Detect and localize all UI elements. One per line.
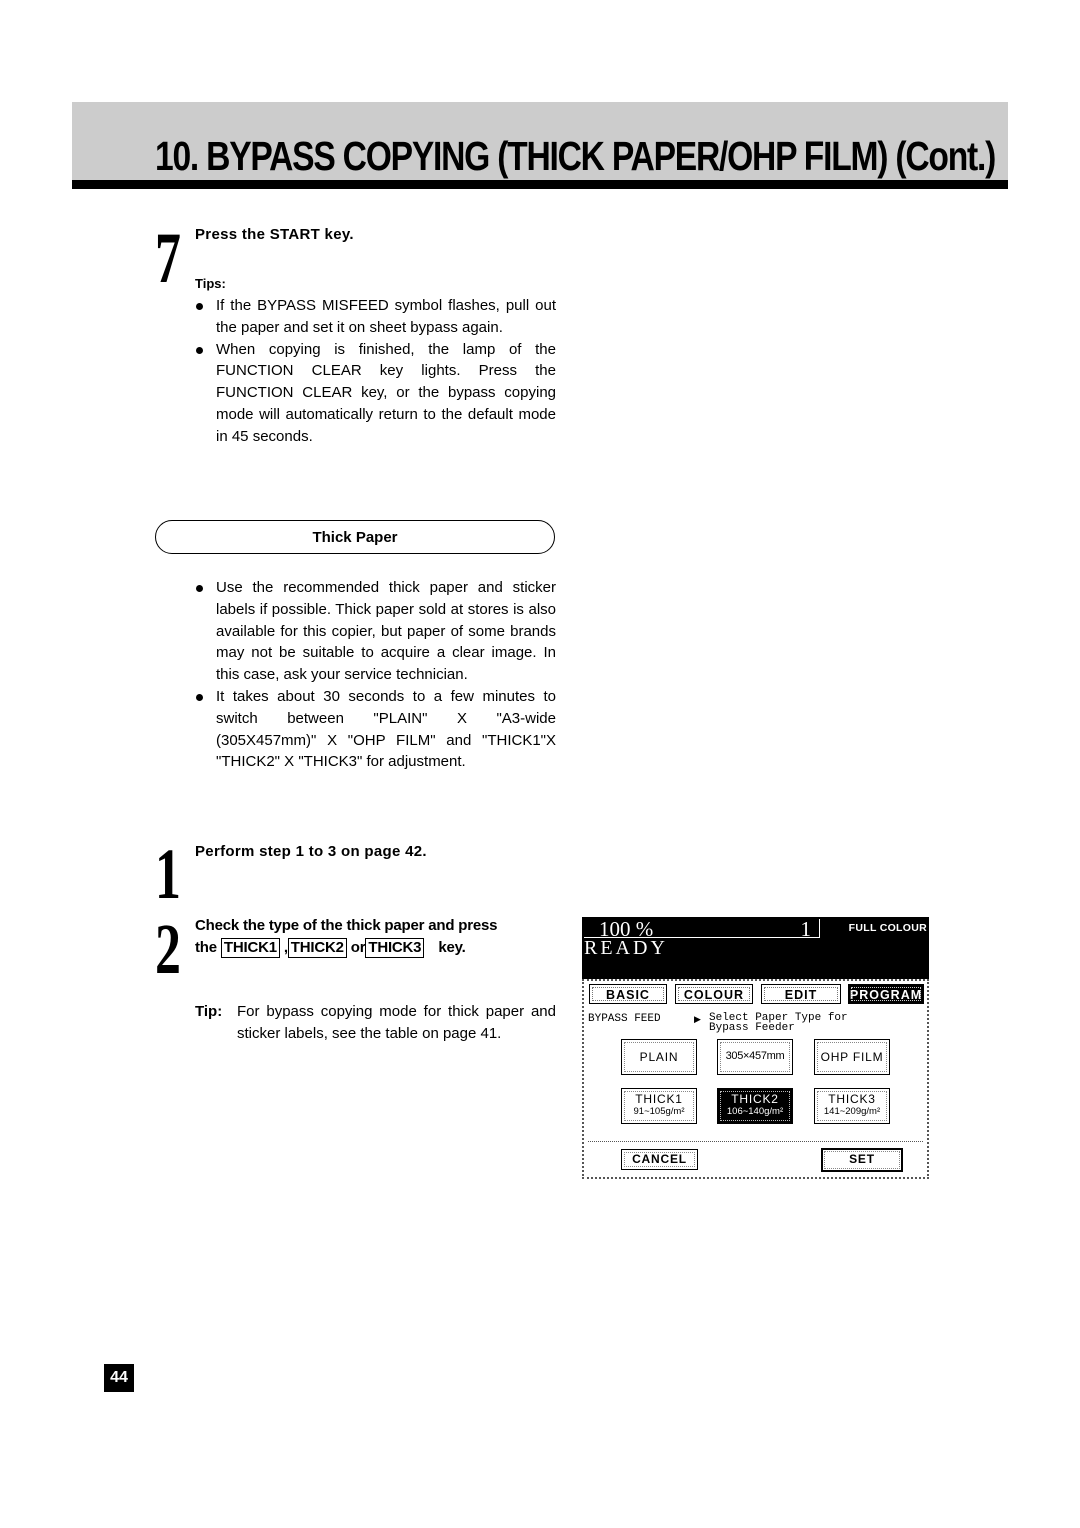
note-item: Use the recommended thick paper and stic… [195, 577, 556, 686]
tip-item: If the BYPASS MISFEED symbol flashes, pu… [195, 295, 556, 339]
step-2-tip: Tip: For bypass copying mode for thick p… [195, 1003, 556, 1042]
header-rule [72, 180, 1008, 189]
bullet-icon [196, 303, 203, 310]
divider [588, 1141, 923, 1142]
tip-item: When copying is finished, the lamp of th… [195, 339, 556, 448]
step-number-7: 7 [155, 218, 181, 298]
instruction-message: Select Paper Type for Bypass Feeder [709, 1012, 848, 1034]
page-title: 10. BYPASS COPYING (THICK PAPER/OHP FILM… [155, 133, 996, 179]
a3-wide-button[interactable]: 305×457mm [717, 1039, 793, 1075]
plain-button[interactable]: PLAIN [621, 1039, 697, 1075]
tips-label: Tips: [195, 276, 226, 291]
set-button[interactable]: SET [821, 1148, 903, 1172]
copier-touch-screen: 100 % 1 FULL COLOUR READY BASIC COLOUR E… [582, 917, 929, 1179]
page-number: 44 [104, 1364, 134, 1392]
thick1-key-label: THICK1 [220, 938, 280, 958]
tab-colour[interactable]: COLOUR [675, 984, 753, 1004]
thick2-key-label: THICK2 [287, 938, 347, 958]
cancel-button[interactable]: CANCEL [621, 1149, 698, 1170]
thick-paper-notes: Use the recommended thick paper and stic… [195, 577, 556, 773]
thick3-key-label: THICK3 [365, 938, 425, 958]
tips-list: If the BYPASS MISFEED symbol flashes, pu… [195, 295, 556, 448]
step-number-2: 2 [155, 909, 181, 989]
thick1-button[interactable]: THICK1 91~105g/m² [621, 1088, 697, 1124]
ohp-film-button[interactable]: OHP FILM [814, 1039, 890, 1075]
thick3-button[interactable]: THICK3 141~209g/m² [814, 1088, 890, 1124]
tab-edit[interactable]: EDIT [761, 984, 841, 1004]
arrow-right-icon: ▶ [694, 1014, 701, 1024]
step-2-title: Check the type of the thick paper and pr… [195, 917, 498, 958]
note-item: It takes about 30 seconds to a few minut… [195, 686, 556, 773]
bullet-icon [196, 346, 203, 354]
step-number-1: 1 [155, 834, 181, 914]
status-message: READY [584, 937, 668, 959]
bullet-icon [196, 585, 203, 592]
tab-program[interactable]: PROGRAM [848, 984, 924, 1004]
bullet-icon [196, 693, 203, 701]
screen-body: BASIC COLOUR EDIT PROGRAM BYPASS FEED ▶ … [582, 979, 929, 1179]
mode-label: BYPASS FEED [588, 1013, 661, 1025]
step-7-title: Press the START key. [195, 226, 354, 243]
thick2-button[interactable]: THICK2 106~140g/m² [717, 1088, 793, 1124]
colour-mode: FULL COLOUR [848, 922, 927, 934]
step-1-title: Perform step 1 to 3 on page 42. [195, 843, 427, 860]
status-area: 100 % 1 FULL COLOUR READY [582, 917, 929, 979]
thick-paper-heading: Thick Paper [155, 520, 555, 554]
tab-bar: BASIC COLOUR EDIT PROGRAM [587, 984, 924, 1006]
tab-basic[interactable]: BASIC [589, 984, 667, 1004]
counter-frame [584, 919, 820, 938]
